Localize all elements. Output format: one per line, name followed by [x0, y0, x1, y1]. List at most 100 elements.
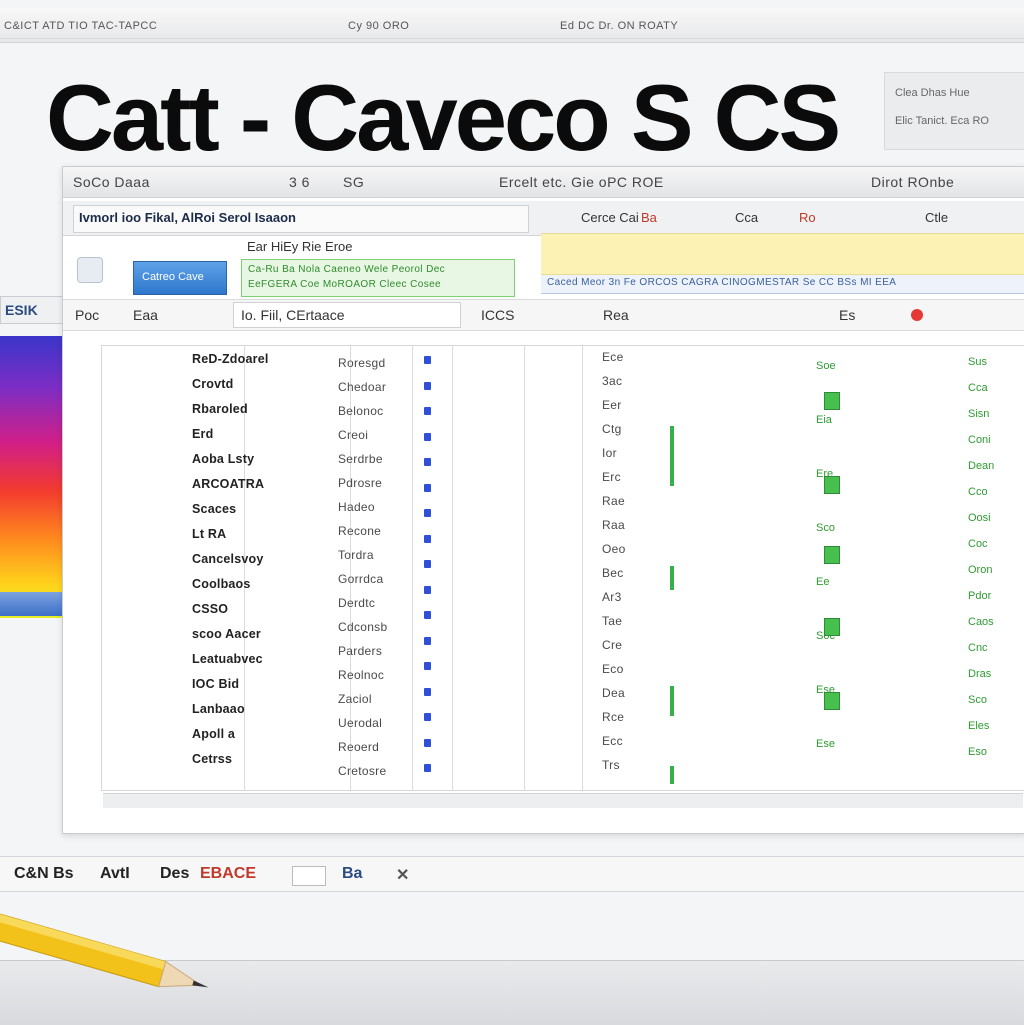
table-row-code[interactable]: Reolnoc [338, 668, 384, 682]
table-row-code[interactable]: Parders [338, 644, 382, 658]
table-row-green-code[interactable]: Dean [968, 460, 994, 472]
table-row-name[interactable]: Coolbaos [192, 577, 251, 591]
toolbar-item-4[interactable]: ICCS [481, 307, 514, 323]
horizontal-scrollbar[interactable] [103, 793, 1023, 808]
table-row-name[interactable]: ReD-Zdoarel [192, 352, 269, 366]
table-row-green-code[interactable]: Caos [968, 616, 994, 628]
table-row-code[interactable]: Recone [338, 524, 381, 538]
table-row-green-mid[interactable]: Ese [816, 738, 835, 750]
table-row-name[interactable]: Aoba Lsty [192, 452, 254, 466]
title-item-1[interactable]: SoCo Daaa [73, 174, 150, 190]
active-mode-button[interactable]: Catreo Cave [133, 261, 227, 295]
menu-right-4[interactable]: Ro [799, 210, 816, 225]
table-row-code[interactable]: Serdrbe [338, 452, 383, 466]
color-gradient-swatch[interactable] [0, 336, 70, 618]
status-item-3[interactable]: Des [160, 865, 189, 883]
toolbar-item-2[interactable]: Eaa [133, 307, 158, 323]
table-row-mid-code[interactable]: Bec [602, 566, 624, 580]
menu-right-3[interactable]: Cca [735, 210, 758, 225]
menu-right-1[interactable]: Cerce Cai [581, 210, 639, 225]
table-row-name[interactable]: Apoll a [192, 727, 235, 741]
green-status-chip[interactable] [824, 392, 840, 410]
table-row-green-mid[interactable]: Eia [816, 414, 832, 426]
table-row-mid-code[interactable]: Erc [602, 470, 621, 484]
table-row-green-code[interactable]: Sisn [968, 408, 989, 420]
title-item-3[interactable]: SG [343, 174, 364, 190]
table-row-mid-code[interactable]: Ecc [602, 734, 623, 748]
status-item-4[interactable]: EBACE [200, 865, 256, 883]
table-row-name[interactable]: Leatuabvec [192, 652, 263, 666]
table-row-mid-code[interactable]: 3ac [602, 374, 622, 388]
table-row-code[interactable]: Cdconsb [338, 620, 387, 634]
table-row-mid-code[interactable]: Ior [602, 446, 617, 460]
table-row-mid-code[interactable]: Eco [602, 662, 624, 676]
table-row-green-code[interactable]: Pdor [968, 590, 991, 602]
table-row-green-code[interactable]: Sco [968, 694, 987, 706]
table-row-code[interactable]: Hadeo [338, 500, 375, 514]
table-row-mid-code[interactable]: Ar3 [602, 590, 622, 604]
table-row-mid-code[interactable]: Eer [602, 398, 622, 412]
home-icon[interactable] [77, 257, 103, 283]
table-row-code[interactable]: Zaciol [338, 692, 372, 706]
close-icon[interactable]: ✕ [396, 865, 409, 885]
table-row-green-code[interactable]: Oosi [968, 512, 991, 524]
toolbar-item-5[interactable]: Rea [603, 307, 629, 323]
table-row-green-code[interactable]: Eles [968, 720, 989, 732]
table-row-green-code[interactable]: Coc [968, 538, 988, 550]
status-input[interactable] [292, 866, 326, 886]
table-row-code[interactable]: Tordra [338, 548, 374, 562]
table-row-name[interactable]: Rbaroled [192, 402, 248, 416]
table-row-mid-code[interactable]: Trs [602, 758, 620, 772]
status-icon-label[interactable]: Ba [342, 865, 362, 883]
table-row-green-code[interactable]: Cca [968, 382, 988, 394]
table-row-name[interactable]: IOC Bid [192, 677, 239, 691]
menu-right-2[interactable]: Ba [641, 210, 657, 225]
table-row-green-code[interactable]: Cnc [968, 642, 988, 654]
status-item-1[interactable]: C&N Bs [14, 865, 74, 883]
green-status-chip[interactable] [824, 618, 840, 636]
table-row-green-mid[interactable]: Ee [816, 576, 829, 588]
table-row-mid-code[interactable]: Ctg [602, 422, 622, 436]
table-row-green-code[interactable]: Cco [968, 486, 988, 498]
table-row-name[interactable]: Lanbaao [192, 702, 245, 716]
table-row-code[interactable]: Chedoar [338, 380, 386, 394]
table-row-name[interactable]: Cetrss [192, 752, 232, 766]
table-row-code[interactable]: Creoi [338, 428, 368, 442]
toolbar-item-6[interactable]: Es [839, 307, 855, 323]
table-row-code[interactable]: Gorrdca [338, 572, 383, 586]
table-row-name[interactable]: ARCOATRA [192, 477, 264, 491]
table-row-green-code[interactable]: Coni [968, 434, 991, 446]
table-row-mid-code[interactable]: Dea [602, 686, 625, 700]
toolbar-item-1[interactable]: Poc [75, 307, 99, 323]
table-row-code[interactable]: Cretosre [338, 764, 386, 778]
menu-right-5[interactable]: Ctle [925, 210, 948, 225]
table-row-mid-code[interactable]: Ece [602, 350, 624, 364]
table-row-green-mid[interactable]: Soe [816, 360, 836, 372]
table-row-name[interactable]: scoo Aacer [192, 627, 261, 641]
table-row-code[interactable]: Pdrosre [338, 476, 382, 490]
table-row-mid-code[interactable]: Cre [602, 638, 622, 652]
record-icon[interactable] [911, 309, 923, 321]
table-row-code[interactable]: Uerodal [338, 716, 382, 730]
table-row-mid-code[interactable]: Rae [602, 494, 625, 508]
green-status-chip[interactable] [824, 546, 840, 564]
table-row-code[interactable]: Reoerd [338, 740, 379, 754]
table-row-mid-code[interactable]: Rce [602, 710, 624, 724]
table-row-name[interactable]: Crovtd [192, 377, 233, 391]
table-row-mid-code[interactable]: Oeo [602, 542, 626, 556]
table-row-name[interactable]: Erd [192, 427, 213, 441]
table-row-mid-code[interactable]: Raa [602, 518, 625, 532]
table-row-green-code[interactable]: Sus [968, 356, 987, 368]
table-row-green-mid[interactable]: Sco [816, 522, 835, 534]
table-row-code[interactable]: Roresgd [338, 356, 385, 370]
title-item-2[interactable]: 3 6 [289, 174, 310, 190]
table-row-name[interactable]: Cancelsvoy [192, 552, 263, 566]
table-row-mid-code[interactable]: Tae [602, 614, 622, 628]
table-row-green-code[interactable]: Oron [968, 564, 992, 576]
table-row-green-code[interactable]: Eso [968, 746, 987, 758]
status-item-2[interactable]: AvtI [100, 865, 130, 883]
table-row-code[interactable]: Derdtc [338, 596, 375, 610]
table-row-green-code[interactable]: Dras [968, 668, 991, 680]
table-row-code[interactable]: Belonoc [338, 404, 383, 418]
title-item-5[interactable]: Dirot ROnbe [871, 174, 954, 190]
